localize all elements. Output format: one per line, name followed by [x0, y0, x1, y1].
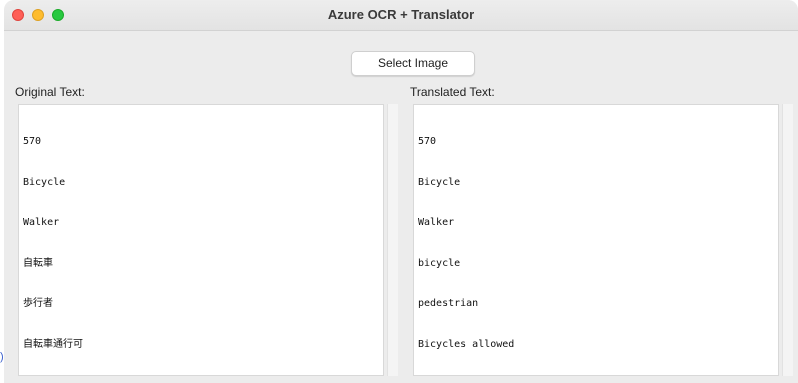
original-scrollbar[interactable] — [387, 104, 398, 376]
original-text-area[interactable]: 570 Bicycle Walker 自転車 歩行者 自転車通行可 — [18, 104, 384, 376]
select-image-button[interactable]: Select Image — [351, 51, 475, 76]
translated-line: 570 — [418, 136, 437, 147]
window-title: Azure OCR + Translator — [327, 7, 475, 22]
translated-scrollbar[interactable] — [782, 104, 793, 376]
translated-text-label: Translated Text: — [410, 85, 495, 99]
app-window: Azure OCR + Translator Select Image Orig… — [4, 0, 798, 383]
original-line: Walker — [23, 217, 60, 228]
original-line: 自転車通行可 — [23, 338, 83, 350]
translated-line: Walker — [418, 217, 455, 228]
original-line: 自転車 — [23, 257, 53, 269]
translated-line: Bicycles allowed — [418, 338, 515, 350]
original-line: 歩行者 — [23, 298, 53, 309]
title-bar: Azure OCR + Translator — [4, 0, 798, 31]
translated-line: Bicycle — [418, 176, 461, 188]
translated-text-area[interactable]: 570 Bicycle Walker bicycle pedestrian Bi… — [413, 104, 779, 376]
original-line: Bicycle — [23, 176, 66, 188]
translated-line: bicycle — [418, 257, 461, 269]
original-text-label: Original Text: — [15, 85, 85, 99]
translated-line: pedestrian — [418, 298, 479, 309]
original-line: 570 — [23, 136, 42, 147]
